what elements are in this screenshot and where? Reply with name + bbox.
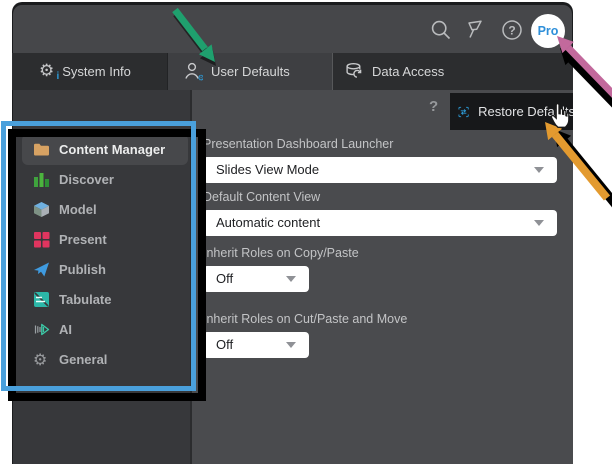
search-icon[interactable]: [430, 19, 452, 41]
field-label: Presentation Dashboard Launcher: [203, 137, 557, 151]
annotation-blue-rectangle: [1, 121, 196, 391]
restore-icon: [458, 103, 469, 121]
pro-badge[interactable]: Pro: [531, 14, 565, 48]
chevron-down-icon: [286, 342, 296, 348]
tab-system-info[interactable]: ⚙i System Info: [13, 53, 168, 90]
pro-badge-label: Pro: [538, 24, 559, 38]
inherit-roles-cut-paste-move-select[interactable]: Off: [203, 332, 309, 358]
field-label: Inherit Roles on Copy/Paste: [203, 246, 359, 260]
settings-panel: ? Restore Defaults Presentation Dashboar…: [190, 90, 573, 464]
field-inherit-roles-cut-paste-move: Inherit Roles on Cut/Paste and Move Off: [203, 312, 407, 358]
user-defaults-person-icon: ⚙: [184, 62, 203, 81]
field-label: Default Content View: [203, 190, 557, 204]
field-inherit-roles-copy-paste: Inherit Roles on Copy/Paste Off: [203, 246, 359, 292]
flag-icon[interactable]: [464, 19, 486, 41]
select-value: Off: [216, 337, 233, 352]
chevron-down-icon: [286, 276, 296, 282]
data-access-database-icon: [345, 62, 364, 81]
chevron-down-icon: [534, 220, 544, 226]
contextual-help-text[interactable]: ?: [429, 98, 438, 115]
app-header: ? Pro: [13, 5, 572, 53]
tab-bar: ⚙i System Info ⚙ User Defaults Data Acce…: [12, 53, 573, 90]
system-info-gear-icon: ⚙i: [39, 63, 54, 80]
tab-user-defaults[interactable]: ⚙ User Defaults: [168, 53, 333, 90]
chevron-down-icon: [534, 167, 544, 173]
restore-defaults-label: Restore Defaults: [478, 104, 573, 119]
presentation-dashboard-launcher-select[interactable]: Slides View Mode: [203, 157, 557, 183]
default-content-view-select[interactable]: Automatic content: [203, 210, 557, 236]
select-value: Slides View Mode: [216, 162, 319, 177]
select-value: Off: [216, 271, 233, 286]
field-default-content-view: Default Content View Automatic content: [203, 190, 557, 236]
field-presentation-dashboard-launcher: Presentation Dashboard Launcher Slides V…: [203, 137, 557, 183]
field-label: Inherit Roles on Cut/Paste and Move: [203, 312, 407, 326]
select-value: Automatic content: [216, 215, 320, 230]
tab-data-access[interactable]: Data Access: [333, 53, 573, 90]
tab-label: Data Access: [372, 64, 444, 79]
inherit-roles-copy-paste-select[interactable]: Off: [203, 266, 309, 292]
screenshot-stage: ? Pro ⚙i System Info ⚙ User Defaults: [0, 0, 612, 464]
tab-label: System Info: [62, 64, 131, 79]
svg-text:⚙: ⚙: [198, 74, 204, 82]
svg-text:?: ?: [508, 24, 515, 38]
help-icon[interactable]: ?: [501, 19, 523, 41]
tab-label: User Defaults: [211, 64, 290, 79]
restore-defaults-button[interactable]: Restore Defaults: [450, 93, 573, 130]
